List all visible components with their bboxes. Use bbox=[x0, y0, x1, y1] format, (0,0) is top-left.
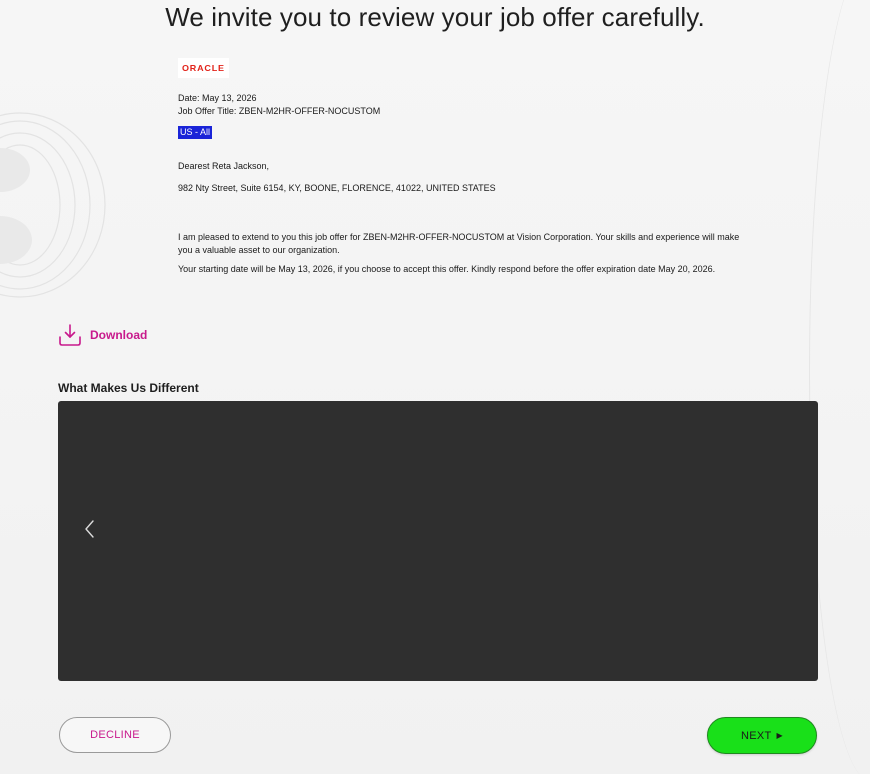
greeting: Dearest Reta Jackson, bbox=[178, 161, 270, 171]
decline-button[interactable]: DECLINE bbox=[59, 717, 171, 753]
background-arc bbox=[809, 0, 870, 774]
logo-text: ORACLE bbox=[182, 63, 225, 73]
download-label: Download bbox=[90, 328, 148, 342]
decline-label: DECLINE bbox=[90, 729, 140, 741]
oracle-logo: ORACLE bbox=[178, 58, 229, 78]
offer-paragraph-1: I am pleased to extend to you this job o… bbox=[178, 232, 740, 255]
chevron-left-icon[interactable] bbox=[82, 517, 98, 541]
background-decoration bbox=[0, 112, 106, 298]
offer-letter: ORACLE Date: May 13, 2026 Job Offer Titl… bbox=[178, 58, 748, 276]
section-title: What Makes Us Different bbox=[58, 381, 199, 395]
offer-date: Date: May 13, 2026 bbox=[178, 93, 257, 103]
next-button[interactable]: NEXT ▶ bbox=[707, 717, 817, 754]
offer-job-title: Job Offer Title: ZBEN-M2HR-OFFER-NOCUSTO… bbox=[178, 106, 381, 116]
download-link[interactable]: Download bbox=[58, 323, 147, 347]
next-label: NEXT bbox=[741, 729, 772, 742]
offer-paragraph-2: Your starting date will be May 13, 2026,… bbox=[178, 264, 716, 274]
caret-right-icon: ▶ bbox=[776, 730, 783, 740]
page-title: We invite you to review your job offer c… bbox=[165, 2, 705, 32]
offer-page: We invite you to review your job offer c… bbox=[0, 0, 870, 774]
address: 982 Nty Street, Suite 6154, KY, BOONE, F… bbox=[178, 183, 496, 193]
download-icon bbox=[59, 324, 81, 346]
region-tag: US - All bbox=[178, 126, 213, 139]
media-carousel[interactable] bbox=[58, 401, 818, 681]
